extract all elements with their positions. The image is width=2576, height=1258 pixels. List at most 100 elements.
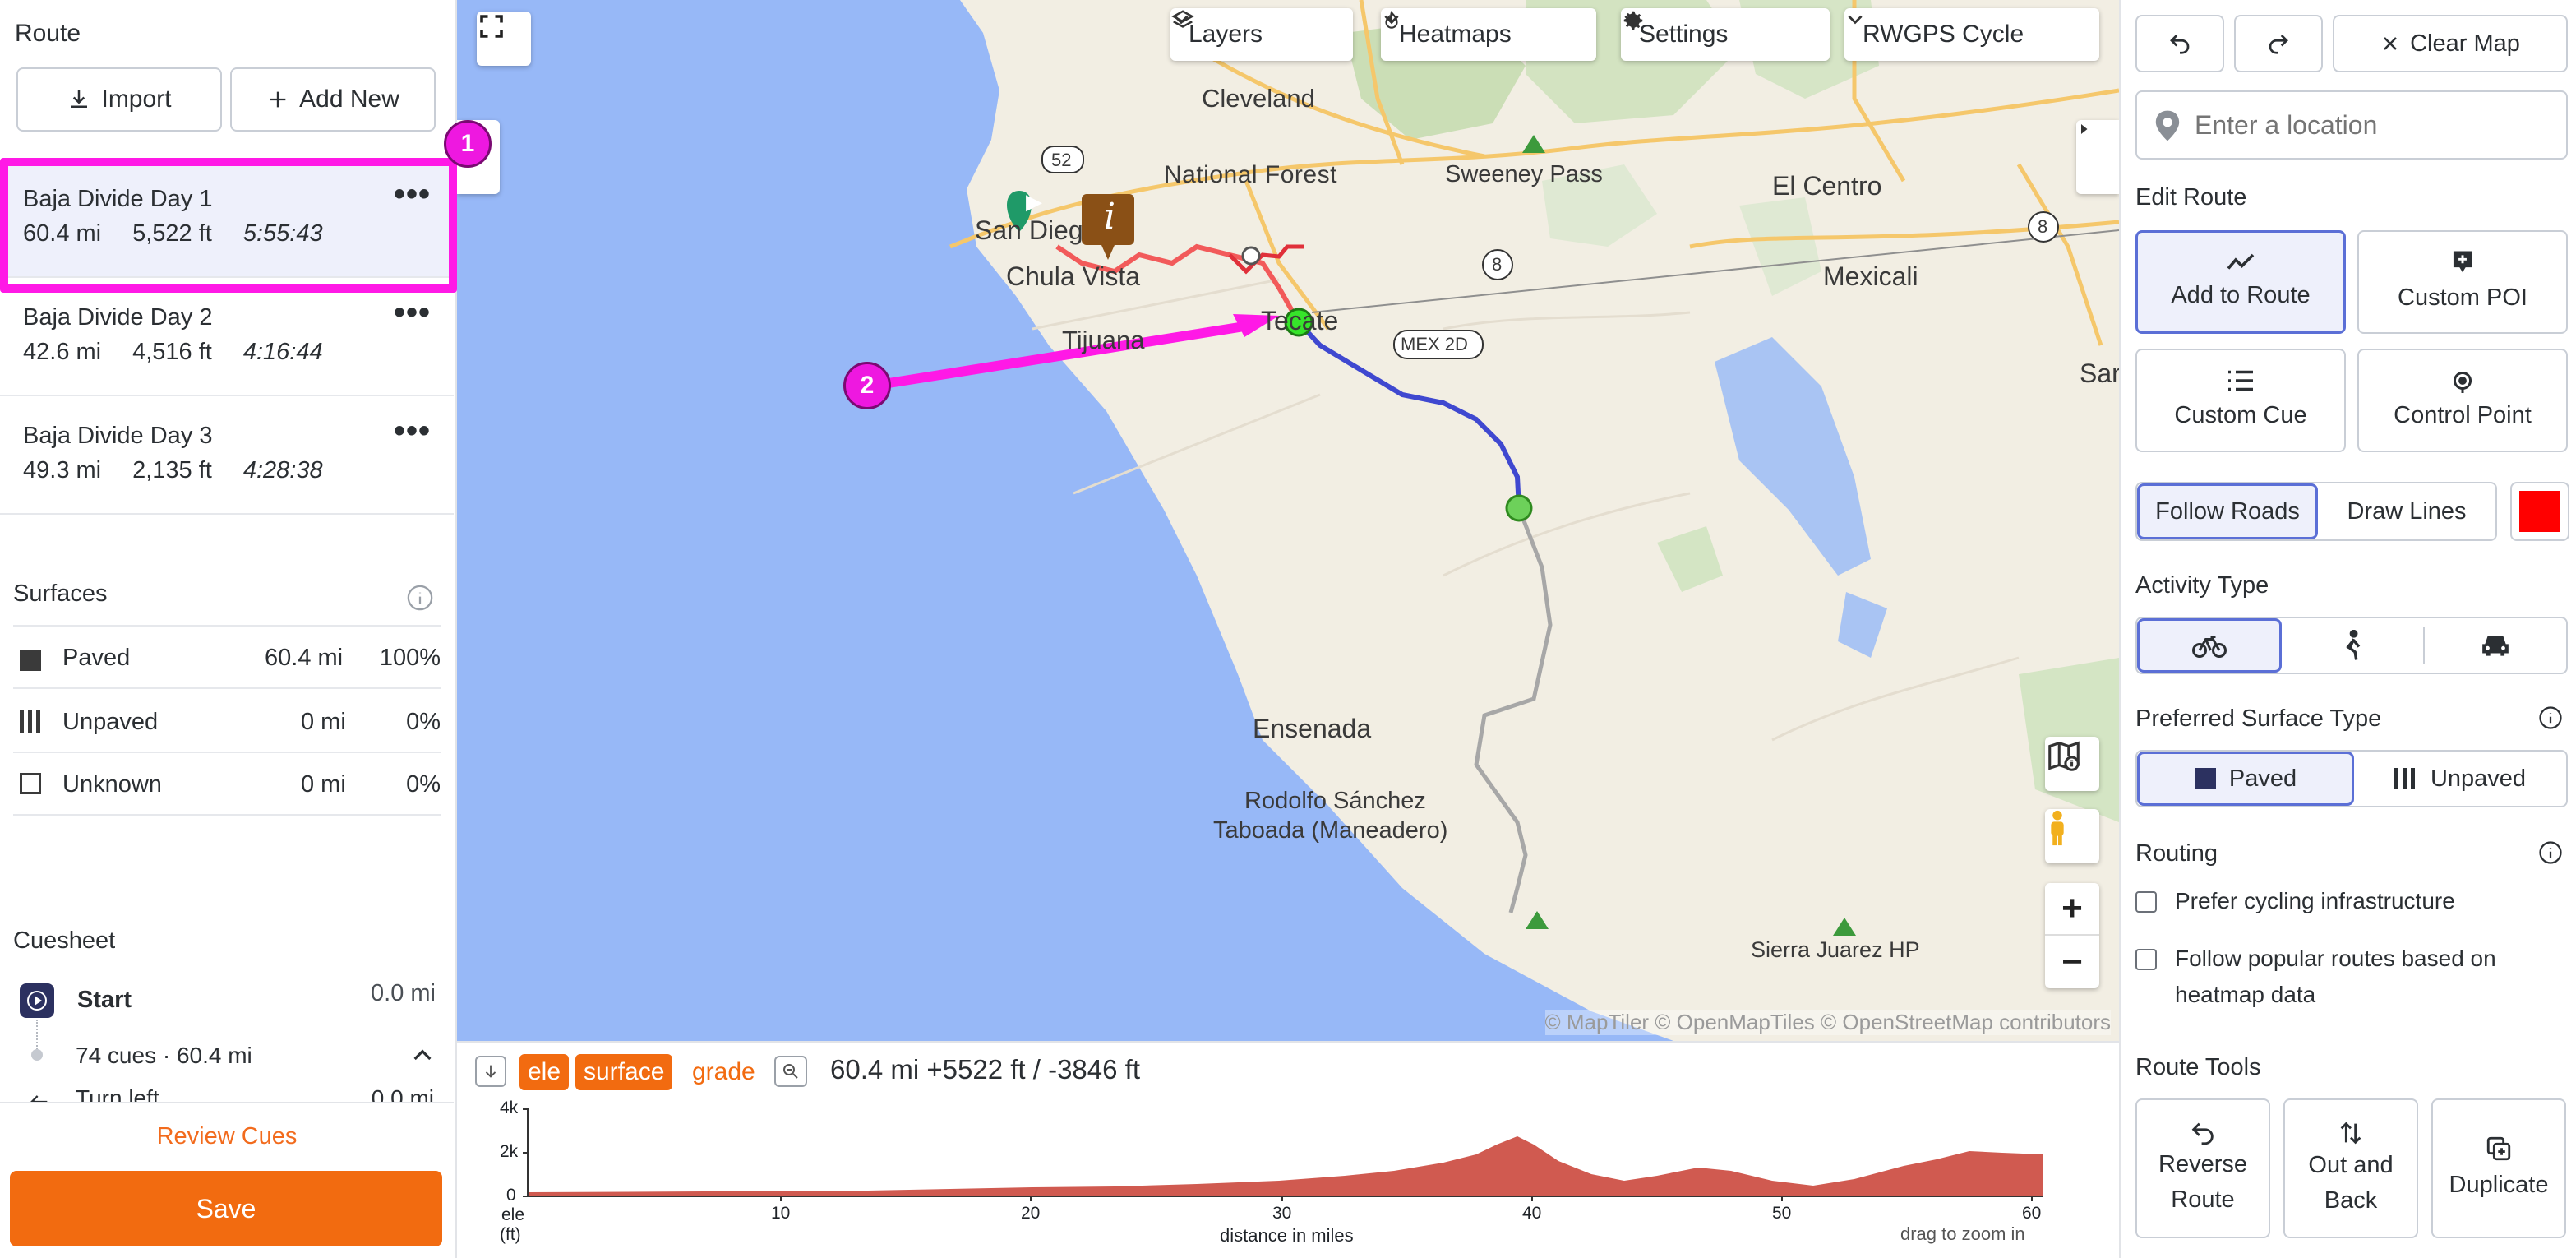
route-time: 4:16:44 [242,339,323,365]
route-heading: Route [15,20,81,47]
chevron-up-icon[interactable] [409,1043,436,1069]
collapse-right-panel-tab[interactable] [2076,120,2119,194]
follow-popular-label-1: Follow popular routes based on [2175,946,2496,971]
add-to-route-label: Add to Route [2171,281,2311,308]
custom-cue-button[interactable]: Custom Cue [2135,349,2346,452]
street-view-button[interactable] [2045,809,2099,863]
settings-label: Settings [1639,21,1729,48]
annotation-highlight-box [0,158,457,293]
map-label: Cleveland [1202,84,1315,113]
map-label: San [2080,358,2119,388]
cue-turn-row[interactable]: Turn left 0.0 mi [0,1085,454,1102]
x-tick: 50 [1772,1204,1792,1223]
walking-option[interactable] [2282,627,2425,664]
map-info-button[interactable] [2045,737,2099,791]
route-shield: 8 [2038,216,2048,237]
review-cues-link[interactable]: Review Cues [0,1123,454,1150]
undo-icon [2170,35,2190,54]
custom-poi-label: Custom POI [2398,284,2528,311]
chevron-down-icon [1848,15,1863,25]
out-and-back-button[interactable]: Out and Back [2283,1098,2418,1238]
route-shield: 52 [1051,150,1072,170]
zoom-hint: drag to zoom in [1900,1223,2025,1244]
info-marker-icon[interactable]: i [1090,196,1129,245]
layers-dropdown[interactable]: Layers [1170,8,1353,61]
routing-profile-dropdown[interactable]: RWGPS Cycle [1844,8,2099,61]
follow-popular-checkbox[interactable] [2135,949,2157,970]
y-tick: 0 [506,1186,516,1205]
custom-poi-button[interactable]: Custom POI [2357,230,2568,334]
map-label: Ensenada [1253,714,1372,743]
divider [0,1102,454,1103]
chevron-right-icon [2081,124,2088,134]
route-color-picker[interactable] [2510,482,2569,541]
prefer-cycling-checkbox[interactable] [2135,891,2157,913]
zoom-out-button[interactable]: − [2045,936,2099,988]
redo-icon [2269,35,2288,54]
surface-row-paved: Paved 60.4 mi 100% [13,627,441,689]
redo-button[interactable] [2234,15,2323,72]
duplicate-button[interactable]: Duplicate [2431,1098,2566,1238]
location-search-field[interactable] [2135,90,2568,160]
info-icon[interactable] [2538,705,2563,730]
add-new-button[interactable]: Add New [230,67,436,132]
route-start-marker [1505,494,1533,522]
control-point-button[interactable]: Control Point [2357,349,2568,452]
location-input[interactable] [2195,105,2556,145]
control-point-label: Control Point [2394,401,2532,428]
settings-dropdown[interactable]: Settings [1621,8,1830,61]
cue-start-label: Start [77,987,132,1013]
unpaved-label: Unpaved [2430,765,2527,792]
heatmaps-dropdown[interactable]: Heatmaps [1381,8,1596,61]
chevron-down-icon [1384,15,1399,25]
more-options-icon[interactable]: ••• [394,294,431,331]
surface-name: Unpaved [62,709,159,735]
save-button[interactable]: Save [10,1171,442,1246]
undo-button[interactable] [2135,15,2224,72]
paved-option[interactable]: Paved [2137,752,2354,806]
import-label: Import [101,86,172,113]
paved-label: Paved [2228,765,2297,792]
info-icon[interactable] [2538,840,2563,865]
routing-mode-toggle: Follow Roads Draw Lines [2135,482,2497,541]
unpaved-option[interactable]: Unpaved [2354,752,2566,806]
pegman-icon [2051,810,2064,846]
elevation-panel: ele surface grade 60.4 mi +5522 ft / -38… [457,1041,2119,1258]
map-label: Sierra Juarez HP [1751,937,1920,962]
route-shield: MEX 2D [1401,334,1468,354]
map-view[interactable]: ▶ i Cleveland National Forest Sweeney Pa… [457,0,2119,1041]
route-time: 4:28:38 [242,457,323,483]
clear-map-button[interactable]: Clear Map [2333,15,2568,72]
zoom-in-button[interactable]: + [2045,883,2099,936]
follow-roads-option[interactable]: Follow Roads [2137,483,2318,539]
start-cue-icon [20,983,54,1018]
fullscreen-button[interactable] [477,12,531,66]
draw-lines-option[interactable]: Draw Lines [2318,483,2495,539]
driving-option[interactable] [2425,618,2566,673]
route-stats: 49.3 mi 2,135 ft 4:28:38 [23,457,323,484]
y-tick: 2k [500,1142,519,1161]
location-pin-icon [2155,110,2180,141]
more-options-icon[interactable]: ••• [394,413,431,450]
import-button[interactable]: Import [16,67,222,132]
chevron-down-icon [1174,15,1189,25]
map-label: Chula Vista [1006,261,1141,291]
map-label: Taboada (Maneadero) [1213,817,1448,844]
x-axis-label: distance in miles [1220,1225,1354,1246]
reverse-route-button[interactable]: Reverse Route [2135,1098,2270,1238]
walking-icon [2346,630,2361,660]
surface-type-toggle: Paved Unpaved [2135,750,2568,807]
cue-summary[interactable]: 74 cues · 60.4 mi [76,1043,252,1069]
plus-icon [270,91,286,108]
surface-name: Paved [62,645,131,671]
turn-left-icon [30,1095,48,1102]
cycling-option[interactable] [2137,618,2282,673]
route-stats: 42.6 mi 4,516 ft 4:16:44 [23,339,323,366]
route-item-2[interactable]: Baja Divide Day 2 42.6 mi 4,516 ft 4:16:… [0,280,454,396]
route-distance: 42.6 mi [23,339,102,365]
route-item-3[interactable]: Baja Divide Day 3 49.3 mi 2,135 ft 4:28:… [0,398,454,515]
add-to-route-button[interactable]: Add to Route [2135,230,2346,334]
follow-popular-label-2: heatmap data [2175,982,2316,1007]
surface-pct: 0% [406,771,441,798]
info-icon[interactable] [406,584,434,612]
